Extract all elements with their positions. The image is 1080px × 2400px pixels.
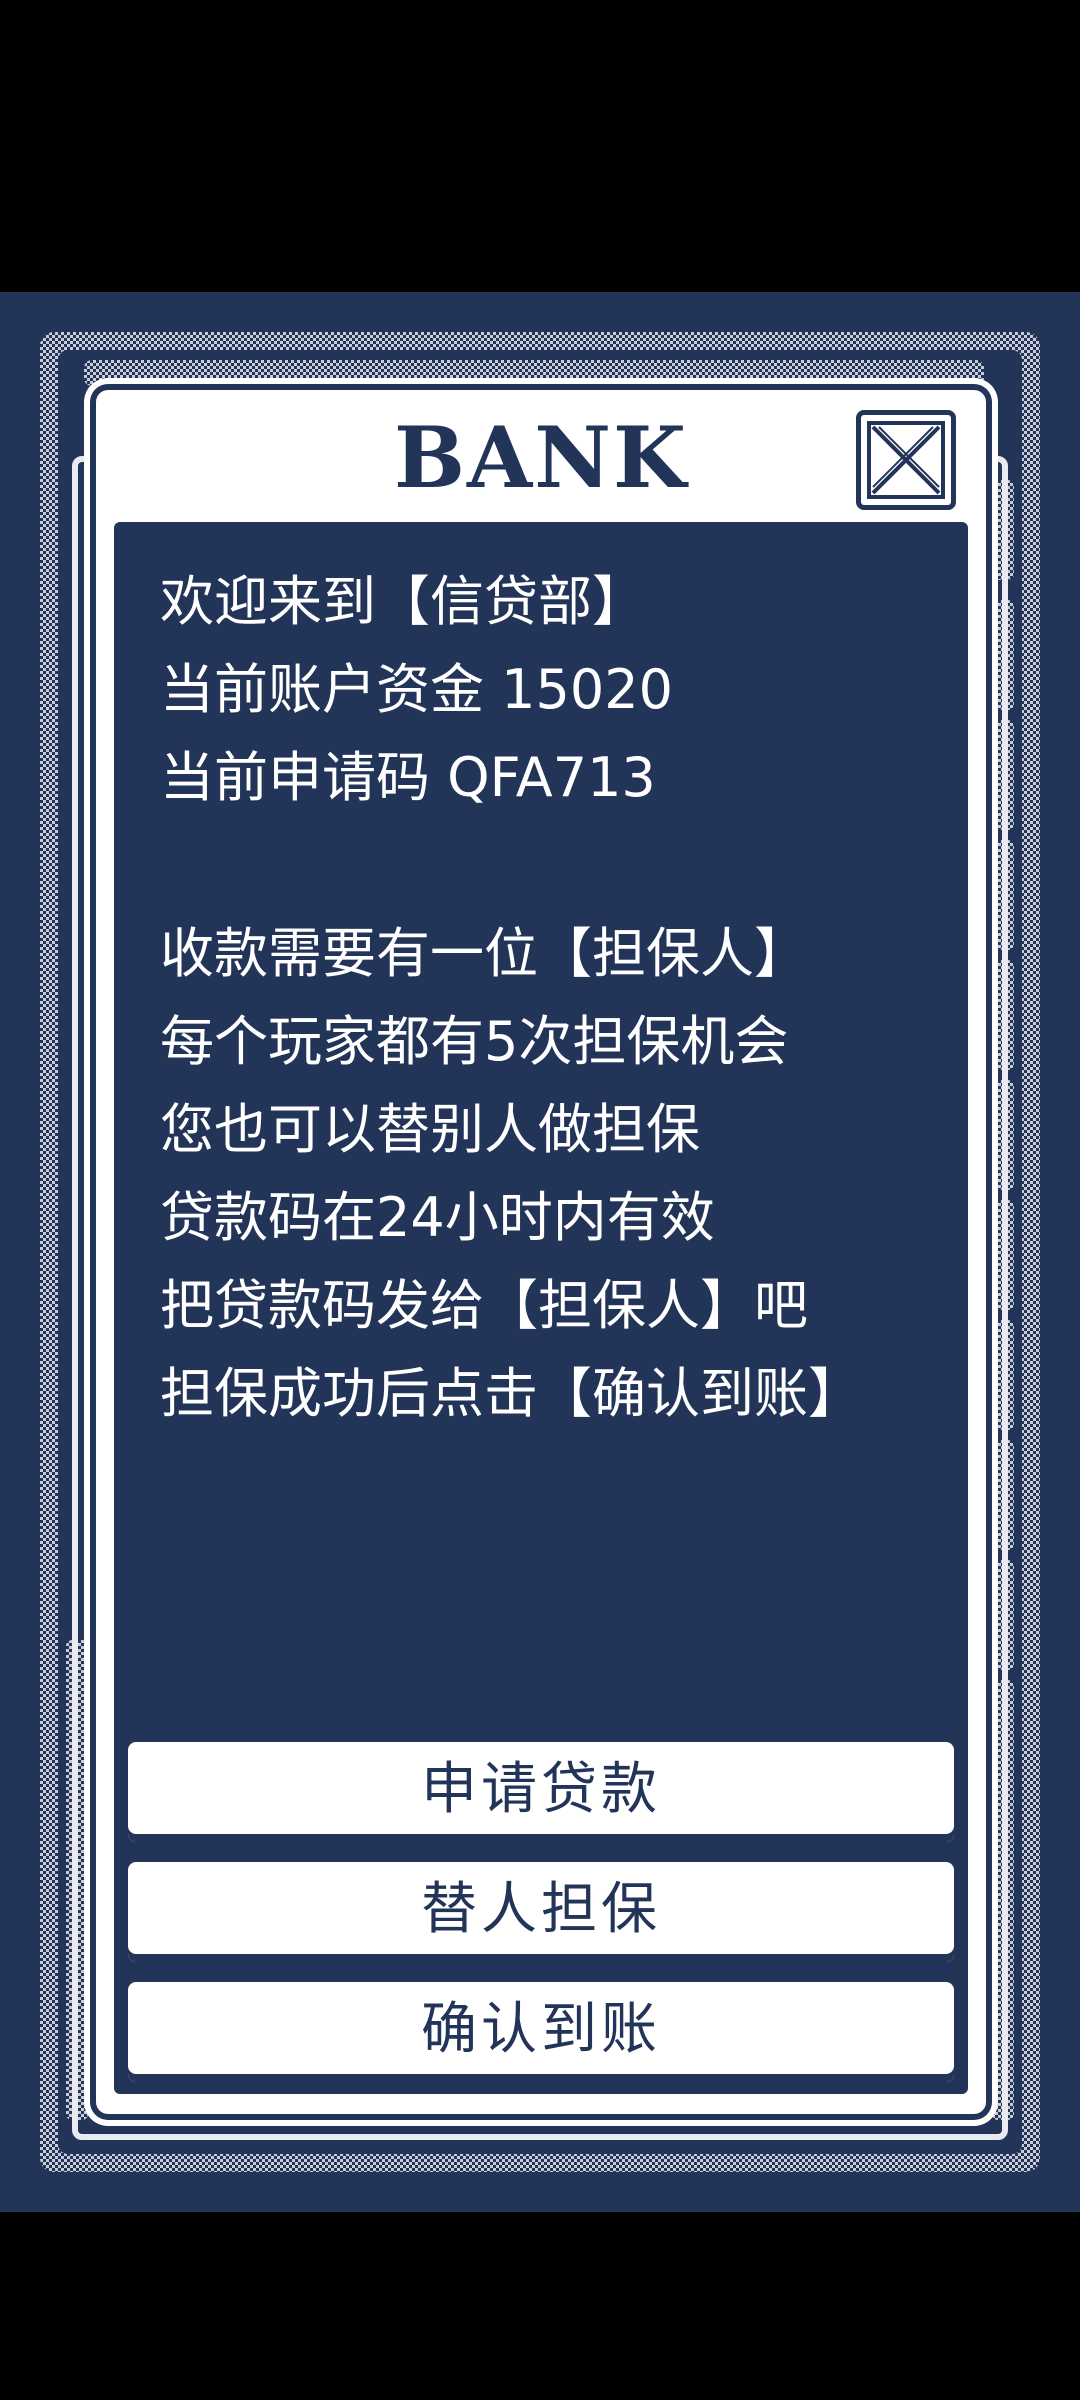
info-text-block: 欢迎来到【信贷部】 当前账户资金 15020 当前申请码 QFA713 收款需要…	[160, 558, 940, 1438]
account-funds-line: 当前账户资金 15020	[160, 658, 673, 721]
info-line: 担保成功后点击【确认到账】	[160, 1362, 862, 1425]
background-top-strip	[84, 360, 984, 386]
guarantee-for-others-button[interactable]: 替人担保	[128, 1862, 954, 1962]
info-line: 收款需要有一位【担保人】	[160, 922, 808, 985]
confirm-received-button[interactable]: 确认到账	[128, 1982, 954, 2082]
screen: BANK 欢迎来到【信贷部】 当前账户资金 15020 当前申请码 QFA713…	[0, 0, 1080, 2400]
info-line: 把贷款码发给【担保人】吧	[160, 1274, 808, 1337]
application-code-line: 当前申请码 QFA713	[160, 746, 656, 809]
welcome-line: 欢迎来到【信贷部】	[160, 570, 646, 633]
apply-loan-button[interactable]: 申请贷款	[128, 1742, 954, 1842]
close-x-icon	[867, 421, 945, 499]
bank-dialog: BANK 欢迎来到【信贷部】 当前账户资金 15020 当前申请码 QFA713…	[96, 390, 986, 2114]
dialog-body: 欢迎来到【信贷部】 当前账户资金 15020 当前申请码 QFA713 收款需要…	[114, 522, 968, 2094]
close-button[interactable]	[856, 410, 956, 510]
info-line: 您也可以替别人做担保	[160, 1098, 700, 1161]
dialog-header: BANK	[96, 390, 986, 520]
info-line: 每个玩家都有5次担保机会	[160, 1010, 789, 1073]
dialog-title: BANK	[394, 408, 688, 507]
info-line: 贷款码在24小时内有效	[160, 1186, 715, 1249]
